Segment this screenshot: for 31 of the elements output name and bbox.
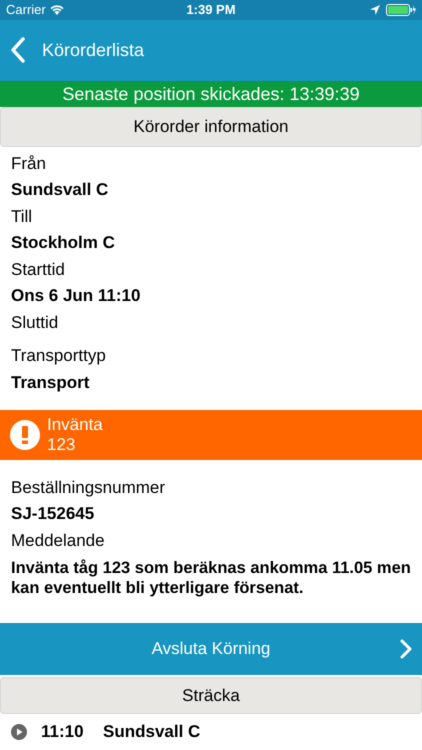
- field-value: Sundsvall C: [11, 179, 108, 202]
- route-time: 11:10: [41, 721, 85, 744]
- route-station: Sundsvall C: [103, 721, 200, 744]
- field-label: Starttid: [11, 258, 65, 281]
- field-value: SJ-152645: [11, 503, 94, 526]
- field-label: Från: [11, 152, 46, 175]
- battery-icon: [386, 4, 416, 16]
- position-banner: Senaste position skickades: 13:39:39: [0, 81, 422, 108]
- carrier-label: Carrier: [6, 1, 46, 20]
- alert-title: Invänta: [47, 415, 103, 436]
- field-label: Till: [11, 206, 32, 228]
- location-arrow-icon: [370, 4, 380, 15]
- chevron-left-icon: [10, 37, 26, 64]
- alert-subtitle: 123: [47, 435, 76, 456]
- message-text: Invänta tåg 123 som beräknas ankomma 11.05 men kan eventuellt bli ytterligare försenat.: [11, 558, 411, 598]
- field-value: Ons 6 Jun 11:10: [11, 285, 140, 308]
- field-label: Transporttyp: [11, 345, 106, 368]
- field-value: Stockholm C: [11, 232, 115, 254]
- field-value: Transport: [11, 372, 90, 394]
- chevron-right-icon: [400, 639, 412, 659]
- field-label: Meddelande: [11, 530, 105, 552]
- section-header: Sträcka: [0, 676, 422, 714]
- finish-button[interactable]: Avsluta Körning: [0, 623, 422, 675]
- wifi-icon: [50, 4, 64, 15]
- field-label: Beställningsnummer: [11, 476, 166, 499]
- field-label: Sluttid: [11, 312, 58, 334]
- exclamation-icon: [10, 420, 40, 450]
- clock: 1:39 PM: [186, 1, 236, 20]
- back-button[interactable]: Körorderlista: [10, 36, 144, 64]
- section-header: Körorder information: [0, 107, 422, 147]
- play-icon: [11, 724, 27, 740]
